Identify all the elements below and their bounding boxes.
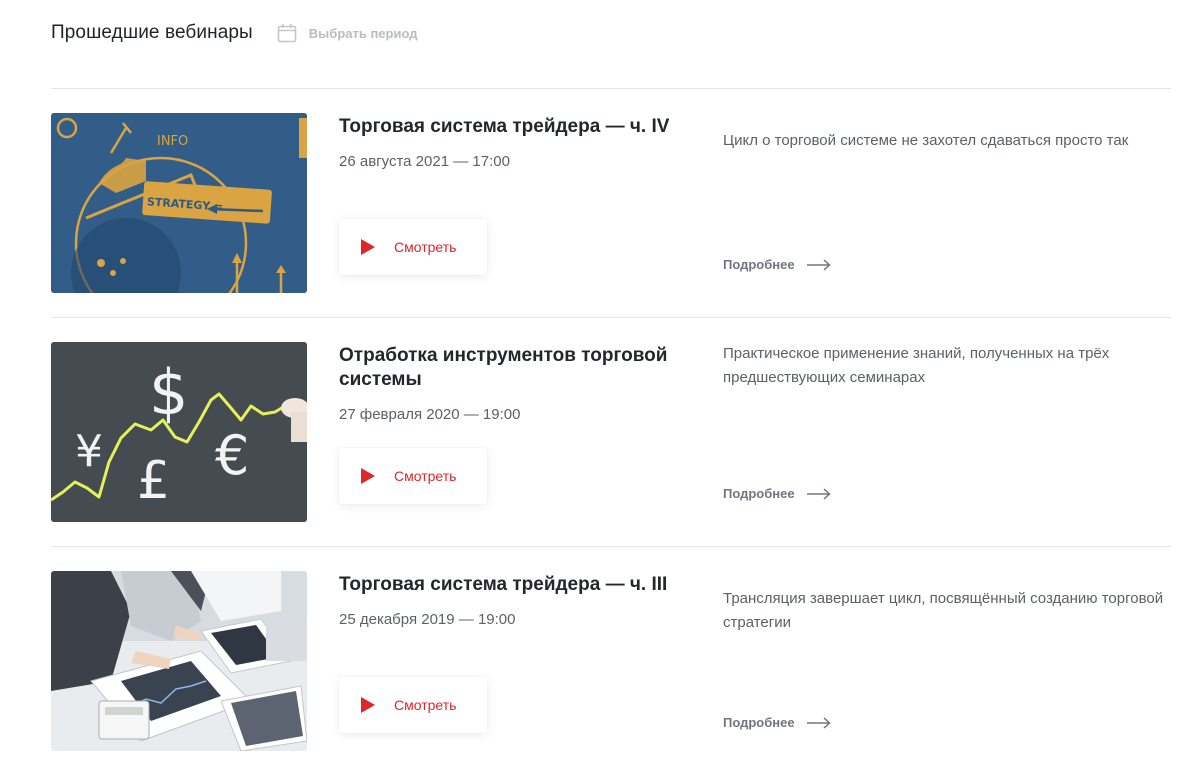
image-euro: €: [215, 424, 249, 487]
webinar-date: 25 декабря 2019 — 19:00: [339, 611, 516, 628]
webinar-item: $ ¥ £ € Отработка инструментов торговой …: [51, 342, 1176, 524]
divider: [51, 317, 1171, 318]
watch-button[interactable]: Смотреть: [339, 448, 487, 504]
arrow-right-icon: [806, 487, 831, 500]
more-label: Подробнее: [723, 486, 795, 501]
webinar-description: Практическое применение знаний, полученн…: [723, 345, 1110, 386]
play-icon: [361, 468, 375, 484]
watch-button[interactable]: Смотреть: [339, 219, 487, 275]
strategy-image: STRATEGY = INFO: [51, 113, 307, 293]
webinar-date: 27 февраля 2020 — 19:00: [339, 406, 521, 423]
watch-label: Смотреть: [394, 468, 457, 484]
image-yen: ¥: [75, 426, 103, 477]
webinar-date: 26 августа 2021 — 17:00: [339, 153, 510, 170]
image-pound: £: [137, 451, 170, 511]
currency-image: $ ¥ £ €: [51, 342, 307, 522]
more-link[interactable]: Подробнее: [723, 257, 831, 272]
watch-label: Смотреть: [394, 239, 457, 255]
play-icon: [361, 239, 375, 255]
arrow-right-icon: [806, 258, 831, 271]
webinar-title[interactable]: Торговая система трейдера — ч. IV: [339, 115, 684, 139]
webinar-thumbnail[interactable]: [51, 571, 307, 751]
webinar-title[interactable]: Отработка инструментов торговой системы: [339, 344, 684, 392]
period-label: Выбрать период: [308, 25, 418, 41]
play-icon: [361, 697, 375, 713]
image-dollar: $: [149, 356, 188, 429]
webinar-description: Цикл о торговой системе не захотел сдава…: [723, 132, 1129, 149]
watch-button[interactable]: Смотреть: [339, 677, 487, 733]
webinar-description: Трансляция завершает цикл, посвящённый с…: [723, 590, 1164, 631]
more-label: Подробнее: [723, 257, 795, 272]
webinar-item: Торговая система трейдера — ч. III 25 де…: [51, 571, 1176, 753]
divider: [51, 546, 1171, 547]
webinar-title[interactable]: Торговая система трейдера — ч. III: [339, 573, 684, 597]
more-link[interactable]: Подробнее: [723, 486, 831, 501]
arrow-right-icon: [806, 716, 831, 729]
calendar-icon: [277, 24, 297, 43]
webinar-thumbnail[interactable]: STRATEGY = INFO: [51, 113, 307, 293]
meeting-image: [51, 571, 307, 751]
image-text-info: INFO: [157, 134, 188, 149]
webinar-thumbnail[interactable]: $ ¥ £ €: [51, 342, 307, 522]
more-label: Подробнее: [723, 715, 795, 730]
period-selector[interactable]: Выбрать период: [277, 23, 418, 43]
watch-label: Смотреть: [394, 697, 457, 713]
divider: [51, 88, 1171, 89]
page-title: Прошедшие вебинары: [51, 22, 253, 43]
more-link[interactable]: Подробнее: [723, 715, 831, 730]
page-header: Прошедшие вебинары Выбрать период: [51, 18, 418, 48]
webinar-item: STRATEGY = INFO Торговая система трейдер…: [51, 113, 1176, 295]
